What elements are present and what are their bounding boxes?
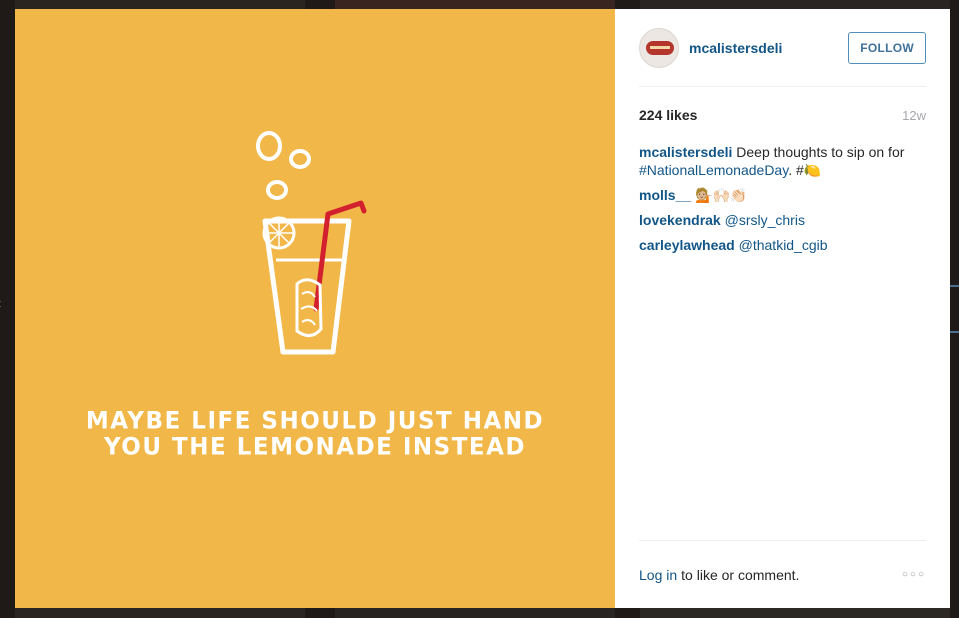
post-modal: MAYBE LIFE SHOULD JUST HAND YOU THE LEMO…: [15, 9, 950, 608]
likes-count[interactable]: 224 likes: [639, 107, 697, 123]
hashtag-link[interactable]: #NationalLemonadeDay: [639, 162, 788, 178]
comment-author[interactable]: molls__: [639, 187, 691, 203]
comment-text: Deep thoughts to sip on for: [732, 144, 905, 160]
login-prompt: to like or comment.: [681, 566, 800, 583]
mention-link[interactable]: @thatkid_cgib: [735, 237, 828, 253]
username-link[interactable]: mcalistersdeli: [689, 40, 782, 56]
next-arrow-icon[interactable]: [949, 285, 959, 333]
grid-thumbnail[interactable]: [335, 608, 615, 618]
image-text-line-2: YOU THE LEMONADE INSTEAD: [103, 433, 527, 461]
comment-author[interactable]: carleylawhead: [639, 237, 735, 253]
post-image: MAYBE LIFE SHOULD JUST HAND YOU THE LEMO…: [15, 9, 615, 608]
image-text-line-1: MAYBE LIFE SHOULD JUST HAND: [85, 407, 545, 435]
post-meta: 224 likes 12w: [639, 106, 926, 124]
comment-text: 💁🏼🙌🏻👏🏻: [691, 187, 748, 203]
mcalisters-logo-icon: [646, 40, 674, 55]
post-sidebar: mcalistersdeli FOLLOW 224 likes 12w mcal…: [615, 9, 950, 608]
comment-text: . #🍋: [788, 162, 822, 178]
comment-author[interactable]: lovekendrak: [639, 212, 721, 228]
comment: molls__ 💁🏼🙌🏻👏🏻: [639, 186, 926, 204]
comment: lovekendrak @srsly_chris: [639, 211, 926, 229]
comment-author[interactable]: mcalistersdeli: [639, 144, 732, 160]
comment: mcalistersdeli Deep thoughts to sip on f…: [639, 143, 926, 179]
lemonade-glass-illustration: [256, 131, 367, 355]
comment-list: mcalistersdeli Deep thoughts to sip on f…: [639, 143, 926, 254]
follow-button[interactable]: FOLLOW: [848, 31, 926, 64]
comment: carleylawhead @thatkid_cgib: [639, 236, 926, 254]
avatar[interactable]: [639, 27, 679, 68]
mention-link[interactable]: @srsly_chris: [721, 212, 805, 228]
more-options-icon[interactable]: ○○○: [902, 569, 926, 580]
grid-thumbnail[interactable]: [640, 608, 950, 618]
post-header: mcalistersdeli FOLLOW: [639, 9, 926, 87]
login-link[interactable]: Log in: [639, 567, 677, 583]
grid-thumbnail[interactable]: [15, 608, 305, 618]
post-footer: Log in to like or comment. ○○○: [639, 540, 926, 608]
previous-arrow-icon[interactable]: ‹: [0, 296, 1, 312]
post-age[interactable]: 12w: [902, 108, 926, 123]
